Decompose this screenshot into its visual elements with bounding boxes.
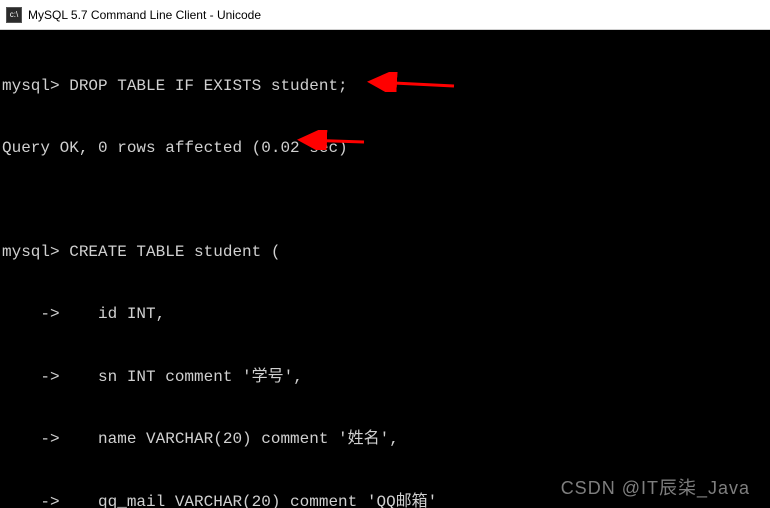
terminal-output[interactable]: mysql> DROP TABLE IF EXISTS student; Que… <box>0 30 770 508</box>
terminal-line: mysql> DROP TABLE IF EXISTS student; <box>2 76 768 97</box>
terminal-line: -> qq_mail VARCHAR(20) comment 'QQ邮箱' <box>2 492 768 508</box>
terminal-line: Query OK, 0 rows affected (0.02 sec) <box>2 138 768 159</box>
app-icon: c:\ <box>6 7 22 23</box>
window-titlebar: c:\ MySQL 5.7 Command Line Client - Unic… <box>0 0 770 30</box>
window-title: MySQL 5.7 Command Line Client - Unicode <box>28 8 261 22</box>
terminal-line: -> name VARCHAR(20) comment '姓名', <box>2 429 768 450</box>
terminal-line: mysql> CREATE TABLE student ( <box>2 242 768 263</box>
terminal-line: -> sn INT comment '学号', <box>2 367 768 388</box>
terminal-line: -> id INT, <box>2 304 768 325</box>
app-icon-label: c:\ <box>10 10 18 19</box>
